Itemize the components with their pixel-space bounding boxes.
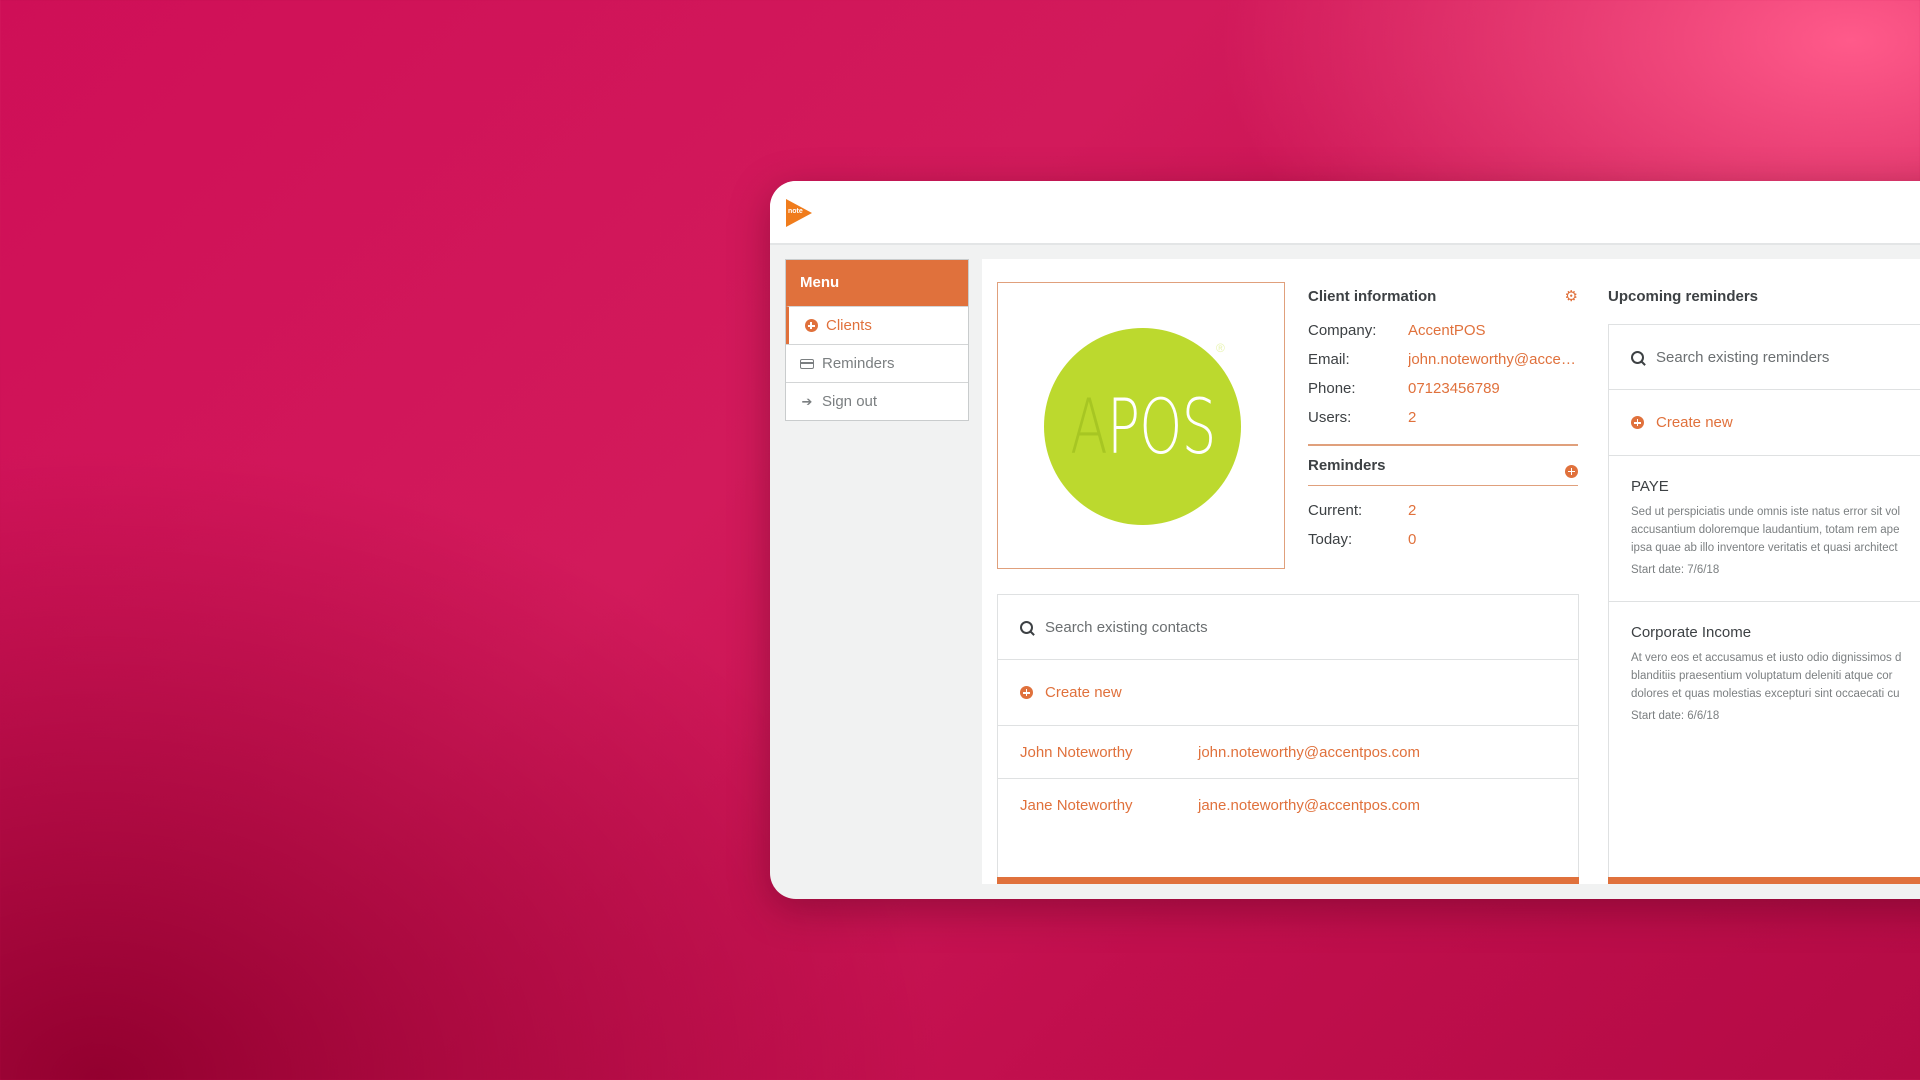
- reminder-start-date: Start date: 7/6/18: [1631, 564, 1720, 576]
- app-window: note Menu Clients Reminders ➔ Sign out A…: [770, 181, 1920, 899]
- plus-circle-icon: [1631, 416, 1644, 429]
- info-row-phone: Phone: 07123456789: [1308, 380, 1500, 397]
- sidebar-item-label: Sign out: [822, 393, 878, 410]
- sidebar-menu: Menu Clients Reminders ➔ Sign out: [785, 259, 969, 421]
- list-item[interactable]: Corporate Income At vero eos et accusamu…: [1609, 602, 1920, 748]
- divider: [1308, 444, 1578, 446]
- plus-circle-icon: [1020, 686, 1033, 699]
- logo-text: note: [788, 208, 803, 215]
- reminders-footer-bar: [1608, 877, 1920, 884]
- reminder-description: At vero eos et accusamus et iusto odio d…: [1631, 652, 1902, 664]
- client-information: Client information ⚙ Company: AccentPOS …: [1308, 282, 1578, 554]
- card-icon: [800, 357, 814, 371]
- upcoming-reminders-title: Upcoming reminders: [1608, 288, 1759, 305]
- client-info-title: Client information ⚙: [1308, 288, 1578, 305]
- plus-circle-icon: [804, 319, 818, 333]
- reminder-description: Sed ut perspiciatis unde omnis iste natu…: [1631, 506, 1901, 518]
- reminder-title: Corporate Income: [1631, 624, 1752, 641]
- note-logo-icon[interactable]: note: [786, 199, 812, 227]
- create-contact-button[interactable]: Create new: [998, 660, 1578, 726]
- reminder-title: PAYE: [1631, 478, 1669, 495]
- contact-name[interactable]: John Noteworthy: [1020, 744, 1198, 761]
- sign-out-icon: ➔: [801, 394, 813, 409]
- sidebar-item-sign-out[interactable]: ➔ Sign out: [786, 382, 968, 420]
- client-logo-text: APOS: [1069, 382, 1216, 471]
- top-bar: note: [770, 181, 1920, 245]
- create-reminder-button[interactable]: Create new: [1609, 390, 1920, 456]
- reminder-start-date: Start date: 6/6/18: [1631, 710, 1720, 722]
- plus-circle-icon: [1565, 464, 1578, 478]
- reminders-search[interactable]: Search existing reminders: [1609, 325, 1920, 390]
- menu-title: Menu: [786, 260, 968, 306]
- info-row-email: Email: john.noteworthy@accentpos.com: [1308, 351, 1578, 368]
- registered-mark: ®: [1216, 341, 1225, 355]
- contact-email[interactable]: john.noteworthy@accentpos.com: [1198, 744, 1420, 761]
- search-input[interactable]: Search existing contacts: [1045, 619, 1208, 636]
- reminders-row-today: Today: 0: [1308, 531, 1417, 548]
- search-input[interactable]: Search existing reminders: [1656, 349, 1829, 366]
- search-icon: [1020, 620, 1033, 634]
- client-logo-circle: APOS: [1044, 328, 1241, 525]
- sidebar-item-label: Clients: [826, 317, 872, 334]
- client-logo: APOS ®: [997, 282, 1285, 569]
- contacts-list: Search existing contacts Create new John…: [997, 594, 1579, 884]
- contacts-footer-bar: [997, 877, 1579, 884]
- reminder-description: dolores et quas molestias excepturi sint…: [1631, 688, 1900, 700]
- contacts-search[interactable]: Search existing contacts: [998, 595, 1578, 660]
- reminders-summary-title: Reminders: [1308, 451, 1578, 481]
- reminders-row-current: Current: 2: [1308, 502, 1417, 519]
- sidebar-item-clients[interactable]: Clients: [786, 306, 968, 344]
- main-panel: APOS ® Client information ⚙ Company: Acc…: [982, 259, 1920, 884]
- info-row-users: Users: 2: [1308, 409, 1417, 426]
- table-row[interactable]: John Noteworthy john.noteworthy@accentpo…: [998, 726, 1578, 779]
- reminder-description: ipsa quae ab illo inventore veritatis et…: [1631, 542, 1898, 554]
- sidebar-item-label: Reminders: [822, 355, 895, 372]
- contact-name[interactable]: Jane Noteworthy: [1020, 797, 1198, 814]
- reminder-description: accusantium doloremque laudantium, totam…: [1631, 524, 1900, 536]
- search-icon: [1631, 350, 1644, 364]
- table-row[interactable]: Jane Noteworthy jane.noteworthy@accentpo…: [998, 779, 1578, 831]
- sidebar-item-reminders[interactable]: Reminders: [786, 344, 968, 382]
- info-row-company: Company: AccentPOS: [1308, 322, 1486, 339]
- reminder-description: blanditiis praesentium voluptatum deleni…: [1631, 670, 1893, 682]
- list-item[interactable]: PAYE Sed ut perspiciatis unde omnis iste…: [1609, 456, 1920, 602]
- gear-icon[interactable]: ⚙: [1565, 289, 1578, 305]
- add-reminder-button[interactable]: [1565, 459, 1578, 489]
- contact-email[interactable]: jane.noteworthy@accentpos.com: [1198, 797, 1420, 814]
- upcoming-reminders-list: Search existing reminders Create new PAY…: [1608, 324, 1920, 884]
